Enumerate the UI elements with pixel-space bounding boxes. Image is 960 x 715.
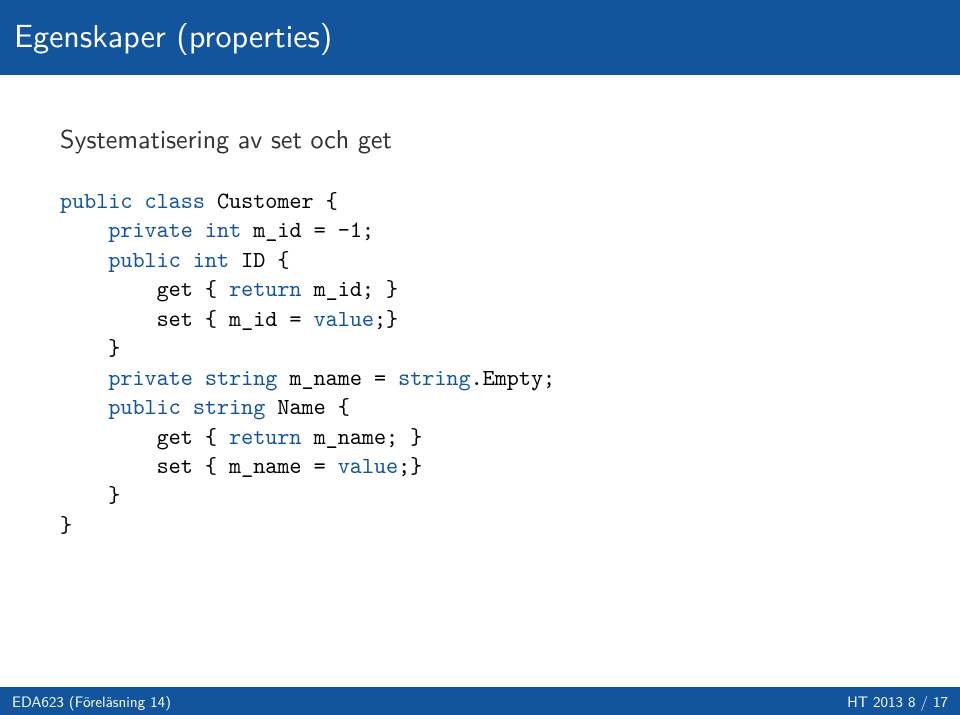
kw-int: int [205, 215, 241, 245]
kw-return: return [229, 422, 301, 452]
kw-string: string [205, 363, 277, 393]
code-text: ;} [398, 451, 422, 481]
kw-int: int [193, 245, 229, 275]
code-text: get { [60, 422, 229, 452]
kw-public: public [108, 245, 180, 275]
code-text: ;} [374, 304, 398, 334]
kw-string: string [398, 363, 470, 393]
kw-value: value [314, 304, 374, 334]
slide-content: Systematisering av set och get public cl… [0, 75, 960, 540]
code-text: Customer { [205, 186, 338, 216]
code-text: } [60, 510, 72, 540]
code-text: ID { [229, 245, 289, 275]
kw-private: private [108, 363, 193, 393]
slide-title: Egenskaper (properties) [14, 10, 332, 57]
code-text: } [60, 333, 120, 363]
code-text: .Empty; [471, 363, 556, 393]
kw-string: string [193, 392, 265, 422]
code-text: get { [60, 274, 229, 304]
kw-value: value [338, 451, 398, 481]
footer-right: HT 2013 8 / 17 [847, 690, 948, 712]
code-text: m_id; } [302, 274, 399, 304]
code-text: m_id = -1; [241, 215, 374, 245]
code-text: Name { [265, 392, 350, 422]
subtitle: Systematisering av set och get [60, 119, 900, 157]
code-text: m_name = [277, 363, 398, 393]
footer-left: EDA623 (Föreläsning 14) [12, 690, 171, 712]
code-text: } [60, 480, 120, 510]
slide-footer: EDA623 (Föreläsning 14) HT 2013 8 / 17 [0, 687, 960, 715]
code-text: set { m_name = [60, 451, 338, 481]
kw-private: private [108, 215, 193, 245]
kw-public: public [60, 186, 132, 216]
slide-title-bar: Egenskaper (properties) [0, 0, 960, 75]
kw-public: public [108, 392, 180, 422]
code-block: public class Customer { private int m_id… [60, 187, 900, 540]
code-text: set { m_id = [60, 304, 314, 334]
code-text: m_name; } [302, 422, 423, 452]
kw-class: class [145, 186, 205, 216]
kw-return: return [229, 274, 301, 304]
